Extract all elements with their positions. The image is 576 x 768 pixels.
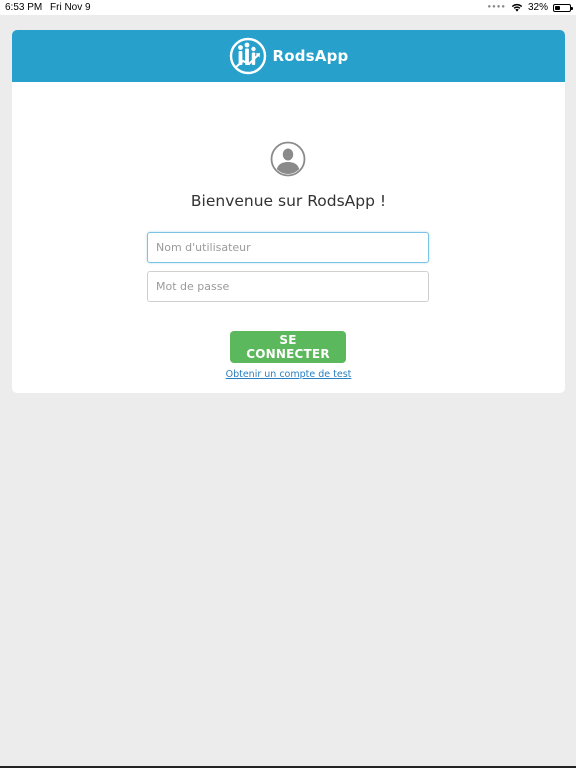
test-account-link[interactable]: Obtenir un compte de test [12, 369, 565, 380]
wifi-icon [511, 3, 523, 12]
battery-percent: 32% [527, 2, 548, 13]
rodsapp-logo-icon [230, 37, 267, 75]
username-input[interactable] [147, 232, 429, 263]
status-date: Fri Nov 9 [50, 2, 91, 13]
password-input[interactable] [147, 271, 429, 302]
battery-icon [553, 3, 573, 12]
app-name: RodsApp [272, 47, 349, 65]
brand: RodsApp [228, 36, 348, 76]
status-bar: 6:53 PM Fri Nov 9 ●●●● 32% [0, 0, 576, 15]
cellular-signal-icon: ●●●● [487, 4, 506, 10]
status-right: ●●●● 32% [487, 1, 573, 14]
connect-button[interactable]: SE CONNECTER [230, 331, 346, 363]
app-header: RodsApp [12, 30, 565, 82]
login-card: RodsApp Bienvenue sur RodsApp ! SE CONNE… [12, 30, 565, 393]
user-avatar-icon [270, 141, 306, 177]
welcome-title: Bienvenue sur RodsApp ! [190, 192, 387, 210]
status-time: 6:53 PM [5, 2, 43, 13]
